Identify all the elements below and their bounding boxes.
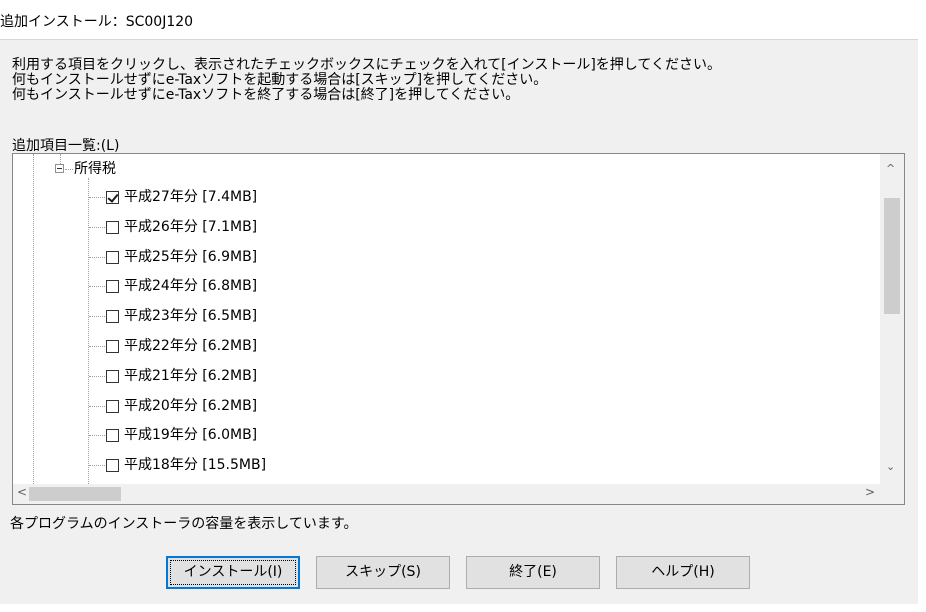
exit-button[interactable]: 終了(E) xyxy=(466,556,600,589)
install-button[interactable]: インストール(I) xyxy=(166,556,300,589)
instructions: 利用する項目をクリックし、表示されたチェックボックスにチェックを入れて[インスト… xyxy=(12,58,721,103)
tree-guide-line xyxy=(89,435,105,436)
tree-node-parent[interactable]: 所得税 xyxy=(74,160,116,178)
tree-guide-line xyxy=(89,257,105,258)
instruction-line: 何もインストールせずにe-Taxソフトを終了する場合は[終了]を押してください。 xyxy=(12,87,520,103)
install-dialog: 利用する項目をクリックし、表示されたチェックボックスにチェックを入れて[インスト… xyxy=(0,40,920,604)
tree-item-label[interactable]: 平成27年分 [7.4MB] xyxy=(124,188,257,206)
tree-item-label[interactable]: 平成26年分 [7.1MB] xyxy=(124,218,257,236)
tree-item-label[interactable]: 平成19年分 [6.0MB] xyxy=(124,426,257,444)
additional-items-tree[interactable]: 所得税 平成27年分 [7.4MB] 平成26年分 [7.1MB] 平成25年分 [… xyxy=(12,153,905,505)
tree-guide-line xyxy=(89,197,105,198)
scroll-right-icon[interactable]: > xyxy=(865,485,875,499)
checkbox-checked[interactable] xyxy=(106,191,119,204)
tree-item-label[interactable]: 平成25年分 [6.9MB] xyxy=(124,248,257,266)
scroll-up-icon[interactable]: ^ xyxy=(886,162,895,175)
tree-item-label[interactable]: 平成20年分 [6.2MB] xyxy=(124,397,257,415)
checkbox[interactable] xyxy=(106,310,119,323)
window-edge xyxy=(918,0,926,612)
tree-item-label[interactable]: 平成21年分 [6.2MB] xyxy=(124,367,257,385)
status-text: 各プログラムのインストーラの容量を表示しています。 xyxy=(10,516,358,532)
instruction-line: 何もインストールせずにe-Taxソフトを起動する場合は[スキップ]を押してくださ… xyxy=(12,72,548,88)
window-edge xyxy=(0,604,926,612)
tree-guide-line xyxy=(89,286,105,287)
tree-item-label[interactable]: 平成23年分 [6.5MB] xyxy=(124,307,257,325)
exit-button-label: 終了(E) xyxy=(509,564,557,580)
checkbox[interactable] xyxy=(106,429,119,442)
skip-button[interactable]: スキップ(S) xyxy=(316,556,450,589)
tree-rows: 所得税 平成27年分 [7.4MB] 平成26年分 [7.1MB] 平成25年分 [… xyxy=(13,154,879,484)
tree-guide-line xyxy=(89,227,105,228)
checkbox[interactable] xyxy=(106,221,119,234)
scroll-down-icon[interactable]: ⌄ xyxy=(886,460,895,473)
tree-item-label[interactable]: 平成18年分 [15.5MB] xyxy=(124,456,266,474)
tree-guide-line xyxy=(89,346,105,347)
checkbox[interactable] xyxy=(106,370,119,383)
checkbox[interactable] xyxy=(106,340,119,353)
scroll-left-icon[interactable]: < xyxy=(17,485,27,499)
vertical-scroll-thumb[interactable] xyxy=(884,198,900,314)
window-title: 追加インストール：SC00J120 xyxy=(0,14,194,30)
scrollbar-corner xyxy=(879,484,904,504)
tree-guide-line xyxy=(33,154,34,484)
tree-item-label[interactable]: 平成22年分 [6.2MB] xyxy=(124,337,257,355)
tree-guide-line xyxy=(65,169,73,170)
horizontal-scrollbar[interactable]: < > xyxy=(13,484,879,504)
title-bar: 追加インストール：SC00J120 xyxy=(0,0,918,40)
instruction-line: 利用する項目をクリックし、表示されたチェックボックスにチェックを入れて[インスト… xyxy=(12,57,721,73)
tree-guide-line xyxy=(89,316,105,317)
help-button[interactable]: ヘルプ(H) xyxy=(616,556,750,589)
tree-item-label[interactable]: 平成24年分 [6.8MB] xyxy=(124,277,257,295)
help-button-label: ヘルプ(H) xyxy=(651,564,715,580)
tree-guide-line xyxy=(60,154,61,164)
collapse-icon[interactable] xyxy=(55,164,64,173)
skip-button-label: スキップ(S) xyxy=(345,564,421,580)
checkbox[interactable] xyxy=(106,400,119,413)
tree-guide-line xyxy=(88,178,89,484)
checkbox[interactable] xyxy=(106,280,119,293)
tree-guide-line xyxy=(89,376,105,377)
list-label: 追加項目一覧:(L) xyxy=(12,138,120,154)
vertical-scrollbar[interactable]: ^ ⌄ xyxy=(880,154,904,484)
focus-rect xyxy=(170,560,296,585)
tree-guide-line xyxy=(89,465,105,466)
checkbox[interactable] xyxy=(106,251,119,264)
checkbox[interactable] xyxy=(106,459,119,472)
tree-guide-line xyxy=(89,406,105,407)
horizontal-scroll-thumb[interactable] xyxy=(29,487,121,501)
